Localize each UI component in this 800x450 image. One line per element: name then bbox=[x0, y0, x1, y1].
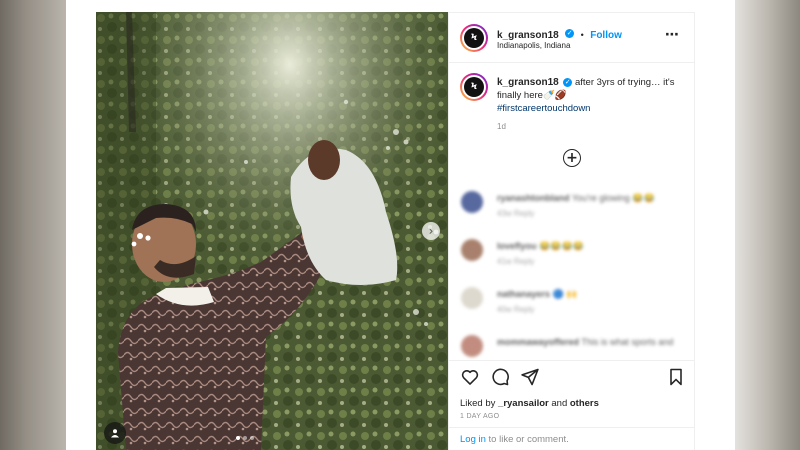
comment-text: 😂😂😂😂 bbox=[539, 241, 584, 251]
post-location[interactable]: Indianapolis, Indiana bbox=[497, 41, 570, 50]
bookmark-icon[interactable] bbox=[666, 367, 686, 387]
commenter-avatar[interactable] bbox=[461, 287, 483, 309]
login-link[interactable]: Log in bbox=[460, 434, 486, 445]
liked-by-others[interactable]: others bbox=[570, 398, 599, 409]
more-horizontal-icon[interactable]: ⋯ bbox=[665, 27, 680, 43]
carousel-indicator bbox=[236, 436, 254, 440]
commenter-username[interactable]: loveflyou bbox=[497, 241, 537, 251]
comment-text: This is what sports and bbox=[581, 337, 674, 347]
caption-author-avatar[interactable]: Ϟ bbox=[460, 73, 488, 101]
plus-circle-icon[interactable]: + bbox=[563, 149, 581, 167]
verified-badge-icon: ✓ bbox=[565, 29, 575, 39]
post-actions-bar: Liked by _ryansailor and others 1 DAY AG… bbox=[449, 360, 694, 450]
comment-icon[interactable] bbox=[490, 367, 510, 387]
post-photo[interactable] bbox=[96, 12, 448, 450]
hashtag-link[interactable]: #firstcareertouchdown bbox=[497, 103, 590, 114]
verified-badge-icon: ✓ bbox=[563, 77, 573, 87]
liked-by-and: and bbox=[551, 398, 568, 409]
next-photo-button[interactable]: › bbox=[422, 222, 440, 240]
user-tag-icon[interactable] bbox=[104, 422, 126, 444]
author-username[interactable]: k_granson18 bbox=[497, 30, 559, 41]
liked-by-user[interactable]: _ryansailor bbox=[498, 398, 549, 409]
blurred-backdrop-left bbox=[0, 0, 66, 450]
commenter-username[interactable]: nathanayers bbox=[497, 289, 550, 299]
post-side-panel: Ϟ k_granson18 ✓ • Follow Indianapolis, I… bbox=[448, 12, 695, 450]
liked-by-text: Liked by _ryansailor and others bbox=[460, 398, 599, 409]
commenter-avatar[interactable] bbox=[461, 191, 483, 213]
liked-by-prefix: Liked by bbox=[460, 398, 496, 409]
comment-meta[interactable]: 41w Reply bbox=[497, 257, 534, 266]
photo-scene bbox=[96, 12, 448, 450]
comment-text: 🔵 🙌 bbox=[552, 289, 578, 299]
author-avatar[interactable]: Ϟ bbox=[460, 24, 488, 52]
login-suffix: to like or comment. bbox=[485, 434, 569, 445]
comment-text: You're glowing 😂😂 bbox=[571, 193, 655, 203]
avatar-initial: Ϟ bbox=[464, 77, 484, 97]
login-prompt: Log in to like or comment. bbox=[449, 427, 694, 450]
commenter-avatar[interactable] bbox=[461, 335, 483, 357]
send-icon[interactable] bbox=[520, 367, 540, 387]
commenter-avatar[interactable] bbox=[461, 239, 483, 261]
post-header: Ϟ k_granson18 ✓ • Follow Indianapolis, I… bbox=[449, 13, 694, 63]
comment-meta[interactable]: 43w Reply bbox=[497, 209, 534, 218]
carousel-dot bbox=[236, 436, 240, 440]
dot-separator: • bbox=[580, 30, 584, 40]
carousel-dot bbox=[243, 436, 247, 440]
heart-icon[interactable] bbox=[460, 367, 480, 387]
caption-username[interactable]: k_granson18 bbox=[497, 77, 559, 88]
avatar-initial: Ϟ bbox=[464, 28, 484, 48]
carousel-dot bbox=[250, 436, 254, 440]
caption-age: 1d bbox=[497, 122, 506, 131]
follow-button[interactable]: Follow bbox=[590, 30, 622, 41]
comment-meta[interactable]: 40w Reply bbox=[497, 305, 534, 314]
blurred-backdrop-right bbox=[735, 0, 800, 450]
commenter-username[interactable]: mommawayoffered bbox=[497, 337, 579, 347]
commenter-username[interactable]: ryanashtonbland bbox=[497, 193, 570, 203]
post-date: 1 DAY AGO bbox=[460, 413, 500, 420]
post-caption: k_granson18 ✓ after 3yrs of trying… it's… bbox=[497, 76, 677, 115]
